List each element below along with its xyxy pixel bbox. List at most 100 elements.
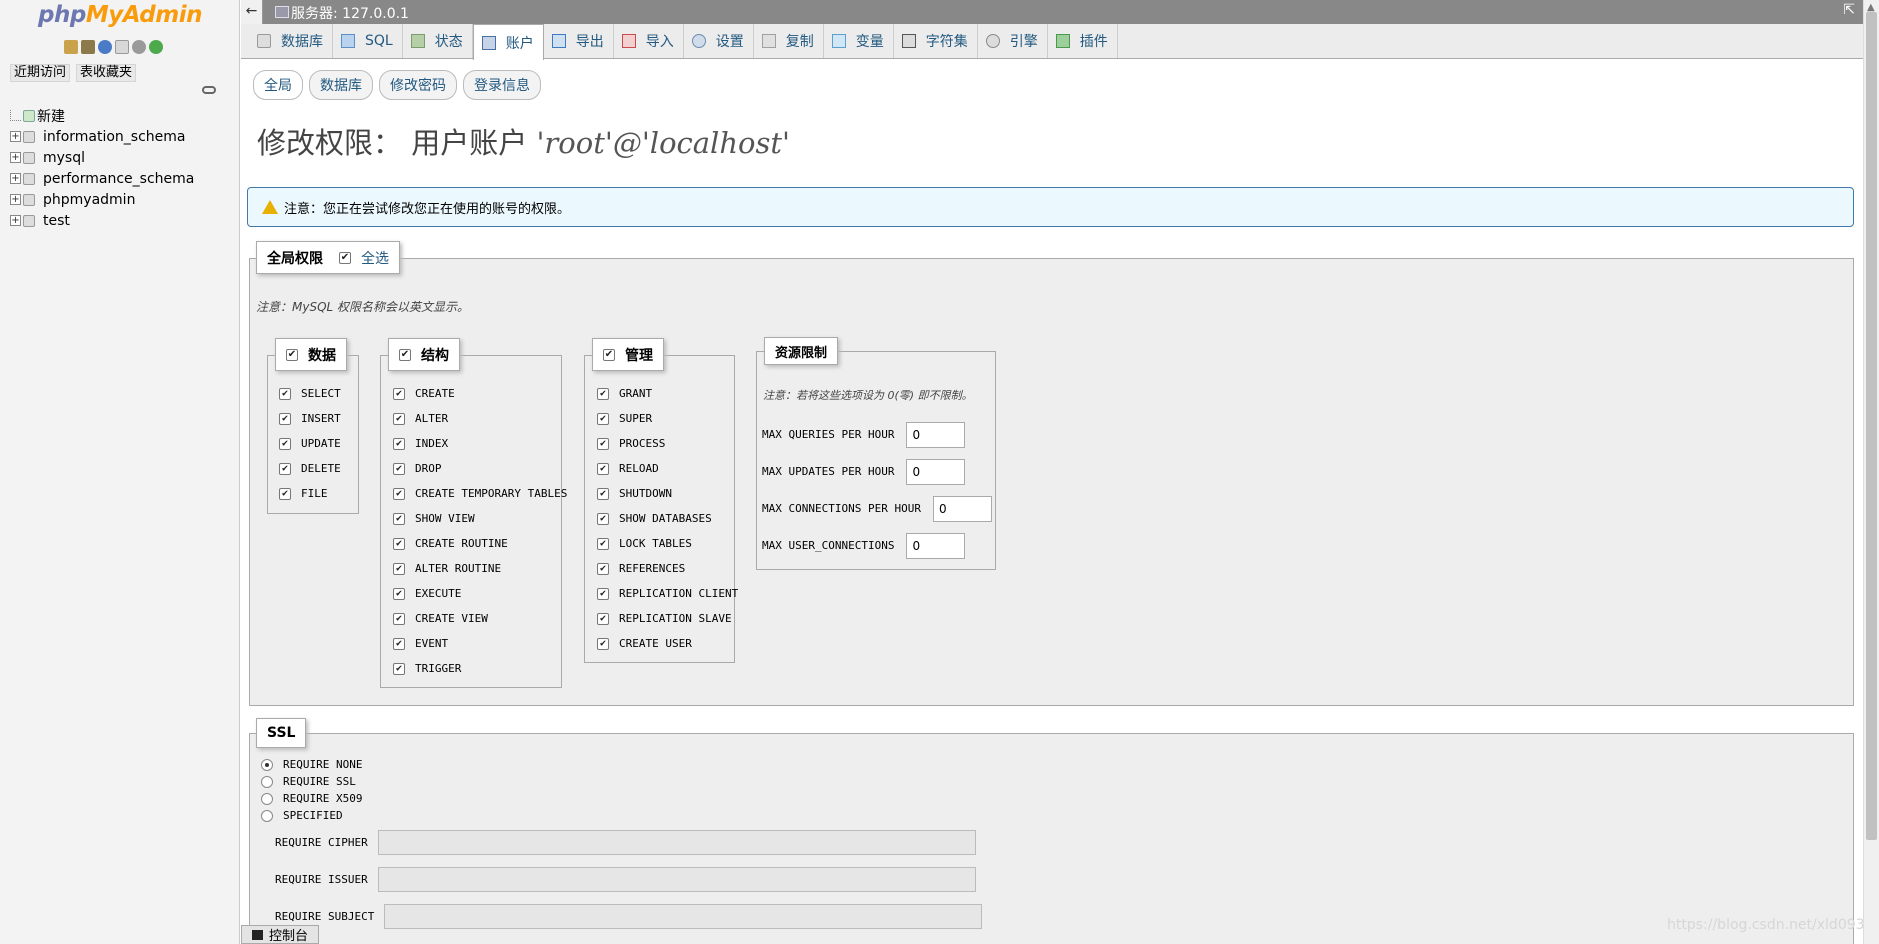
privilege-process[interactable]: ✔ PROCESS — [597, 431, 738, 456]
privilege-replication-client[interactable]: ✔ REPLICATION CLIENT — [597, 581, 738, 606]
subtab-login-info[interactable]: 登录信息 — [463, 70, 541, 100]
privilege-alter[interactable]: ✔ ALTER — [393, 406, 567, 431]
checkbox[interactable]: ✔ — [597, 612, 609, 625]
checkbox[interactable]: ✔ — [393, 612, 405, 625]
checkbox[interactable]: ✔ — [279, 387, 291, 400]
tab-engines[interactable]: 引擎 — [978, 24, 1048, 58]
expand-icon[interactable]: + — [10, 173, 21, 184]
checkbox[interactable]: ✔ — [597, 437, 609, 450]
reload-icon[interactable] — [149, 40, 163, 54]
checkbox[interactable]: ✔ — [597, 387, 609, 400]
scrollbar-thumb[interactable] — [1866, 12, 1877, 840]
privilege-replication-slave[interactable]: ✔ REPLICATION SLAVE — [597, 606, 738, 631]
privilege-lock-tables[interactable]: ✔ LOCK TABLES — [597, 531, 738, 556]
privilege-super[interactable]: ✔ SUPER — [597, 406, 738, 431]
favorites-tab[interactable]: 表收藏夹 — [76, 64, 137, 82]
max-connections-input[interactable]: 0 — [932, 495, 992, 522]
privilege-create-view[interactable]: ✔ CREATE VIEW — [393, 606, 567, 631]
tab-settings[interactable]: 设置 — [684, 24, 754, 58]
tab-accounts[interactable]: 账户 — [472, 24, 544, 60]
server-label[interactable]: 服务器: 127.0.0.1 — [291, 3, 409, 23]
subtab-change-password[interactable]: 修改密码 — [379, 70, 457, 100]
checkbox[interactable]: ✔ — [393, 487, 405, 500]
checkbox[interactable]: ✔ — [597, 562, 609, 575]
max-updates-input[interactable]: 0 — [906, 458, 966, 485]
require-issuer-input[interactable] — [377, 867, 976, 892]
checkbox[interactable]: ✔ — [393, 562, 405, 575]
tab-plugins[interactable]: 插件 — [1048, 24, 1118, 58]
checkbox[interactable]: ✔ — [597, 412, 609, 425]
ssl-option-require-x509[interactable]: REQUIRE X509 — [261, 790, 362, 807]
checkbox[interactable]: ✔ — [279, 437, 291, 450]
subtab-database[interactable]: 数据库 — [309, 70, 373, 100]
phpmyadmin-logo[interactable]: phpMyAdmin — [38, 2, 202, 28]
help-icon[interactable] — [98, 40, 112, 54]
ssl-option-require-none[interactable]: REQUIRE NONE — [261, 756, 362, 773]
checkbox[interactable]: ✔ — [597, 637, 609, 650]
privilege-references[interactable]: ✔ REFERENCES — [597, 556, 738, 581]
tree-item-test[interactable]: + test — [10, 210, 194, 231]
tab-replication[interactable]: 复制 — [754, 24, 824, 58]
checkbox[interactable]: ✔ — [597, 487, 609, 500]
tree-item-performance_schema[interactable]: + performance_schema — [10, 168, 194, 189]
checkbox[interactable]: ✔ — [393, 437, 405, 450]
tree-item-information_schema[interactable]: + information_schema — [10, 126, 194, 147]
vertical-scrollbar[interactable]: ▲ — [1863, 0, 1879, 944]
max-queries-input[interactable]: 0 — [906, 421, 966, 448]
privilege-update[interactable]: ✔ UPDATE — [279, 431, 341, 456]
radio-button[interactable] — [261, 775, 273, 788]
settings-icon[interactable] — [132, 40, 146, 54]
privilege-shutdown[interactable]: ✔ SHUTDOWN — [597, 481, 738, 506]
privilege-create-temporary-tables[interactable]: ✔ CREATE TEMPORARY TABLES — [393, 481, 567, 506]
structure-group-checkbox[interactable]: ✔ — [399, 348, 411, 361]
max-user-connections-input[interactable]: 0 — [906, 532, 966, 559]
recent-tab[interactable]: 近期访问 — [10, 64, 71, 82]
checkbox[interactable]: ✔ — [393, 537, 405, 550]
checkbox[interactable]: ✔ — [393, 662, 405, 675]
docs-icon[interactable] — [115, 40, 129, 54]
tab-import[interactable]: 导入 — [614, 24, 684, 58]
radio-button[interactable] — [261, 792, 273, 805]
checkbox[interactable]: ✔ — [393, 637, 405, 650]
expand-icon[interactable]: + — [10, 215, 21, 226]
tree-item-new[interactable]: 新建 — [10, 105, 194, 126]
checkbox[interactable]: ✔ — [597, 512, 609, 525]
privilege-file[interactable]: ✔ FILE — [279, 481, 341, 506]
privilege-create[interactable]: ✔ CREATE — [393, 381, 567, 406]
privilege-show-databases[interactable]: ✔ SHOW DATABASES — [597, 506, 738, 531]
tab-databases[interactable]: 数据库 — [249, 24, 333, 58]
admin-group-checkbox[interactable]: ✔ — [603, 348, 615, 361]
checkbox[interactable]: ✔ — [597, 462, 609, 475]
checkbox[interactable]: ✔ — [393, 412, 405, 425]
ssl-option-specified[interactable]: SPECIFIED — [261, 807, 362, 824]
data-group-checkbox[interactable]: ✔ — [286, 348, 298, 361]
require-subject-input[interactable] — [384, 904, 983, 929]
privilege-create-user[interactable]: ✔ CREATE USER — [597, 631, 738, 656]
radio-button[interactable] — [261, 809, 273, 822]
tab-status[interactable]: 状态 — [403, 24, 473, 58]
privilege-drop[interactable]: ✔ DROP — [393, 456, 567, 481]
tab-variables[interactable]: 变量 — [824, 24, 894, 58]
select-all-checkbox[interactable]: ✔ — [339, 251, 351, 264]
link-icon[interactable] — [202, 86, 216, 94]
checkbox[interactable]: ✔ — [393, 587, 405, 600]
privilege-create-routine[interactable]: ✔ CREATE ROUTINE — [393, 531, 567, 556]
privilege-select[interactable]: ✔ SELECT — [279, 381, 341, 406]
privilege-reload[interactable]: ✔ RELOAD — [597, 456, 738, 481]
checkbox[interactable]: ✔ — [597, 537, 609, 550]
privilege-index[interactable]: ✔ INDEX — [393, 431, 567, 456]
ssl-option-require-ssl[interactable]: REQUIRE SSL — [261, 773, 362, 790]
subtab-global[interactable]: 全局 — [253, 70, 303, 100]
checkbox[interactable]: ✔ — [279, 412, 291, 425]
checkbox[interactable]: ✔ — [393, 462, 405, 475]
privilege-insert[interactable]: ✔ INSERT — [279, 406, 341, 431]
tree-item-mysql[interactable]: + mysql — [10, 147, 194, 168]
checkbox[interactable]: ✔ — [393, 512, 405, 525]
privilege-alter-routine[interactable]: ✔ ALTER ROUTINE — [393, 556, 567, 581]
checkbox[interactable]: ✔ — [597, 587, 609, 600]
expand-icon[interactable]: + — [10, 194, 21, 205]
database-icon[interactable] — [81, 40, 95, 54]
tab-charsets[interactable]: 字符集 — [894, 24, 978, 58]
privilege-delete[interactable]: ✔ DELETE — [279, 456, 341, 481]
radio-button[interactable] — [261, 758, 273, 771]
